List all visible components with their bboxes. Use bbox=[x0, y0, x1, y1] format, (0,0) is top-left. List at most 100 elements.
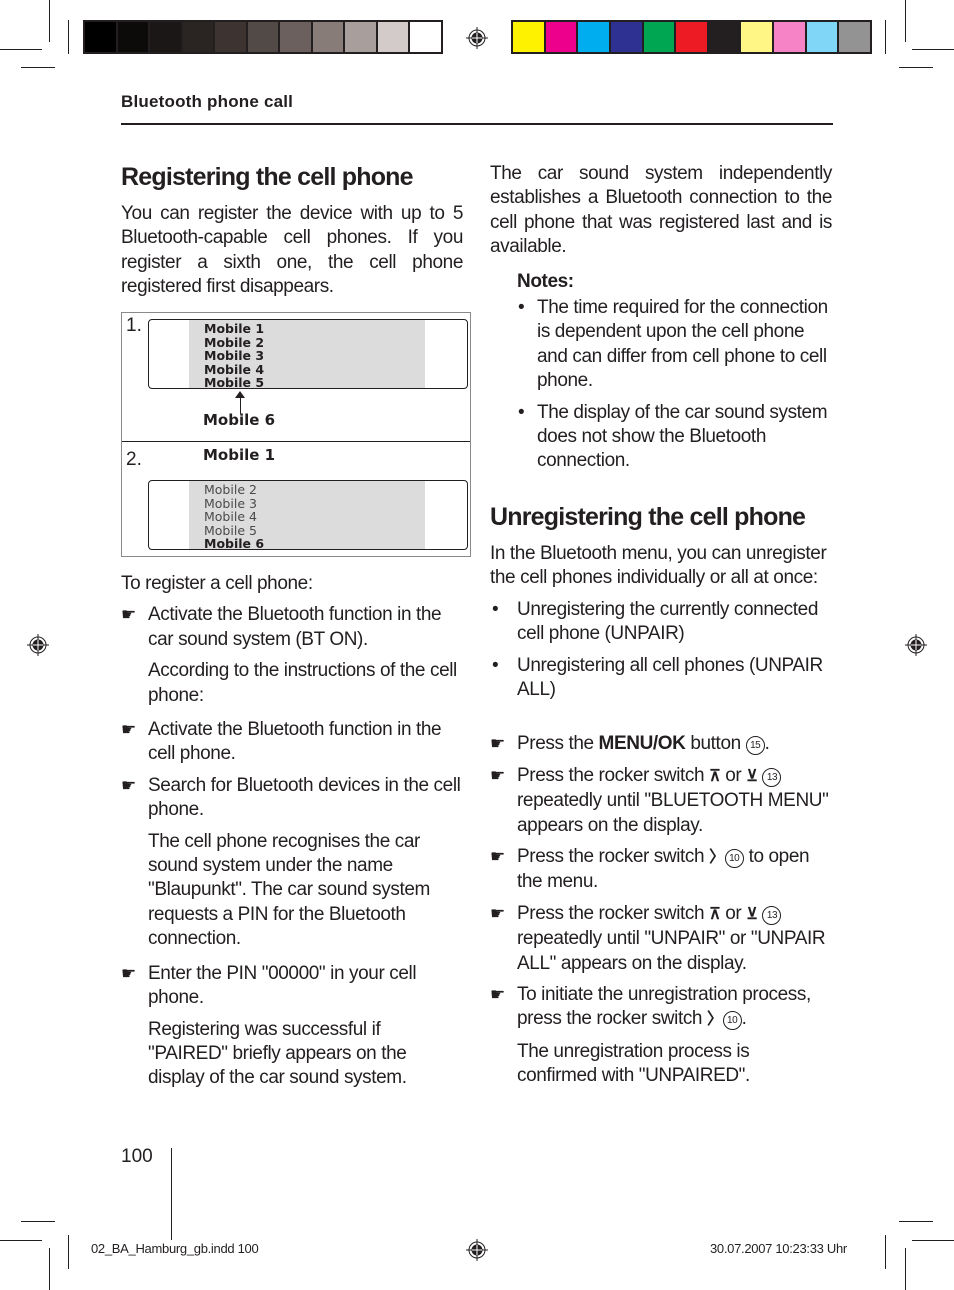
step-item: ☛ Press the rocker switch ⊼ or ⊻ 13 repe… bbox=[490, 902, 832, 976]
section-title-unregistering: Unregistering the cell phone bbox=[490, 502, 806, 531]
rocker-up-icon: ⊼ bbox=[709, 767, 721, 785]
bullet-item: • Unregistering all cell phones (UNPAIR … bbox=[490, 654, 832, 703]
notes-title: Notes: bbox=[517, 270, 574, 292]
crop-mark bbox=[899, 67, 933, 68]
removed-mobile-label: Mobile 1 bbox=[203, 446, 276, 464]
note-text: The display of the car sound system does… bbox=[537, 401, 828, 472]
color-swatch bbox=[676, 22, 707, 52]
step-item: ☛ Press the rocker switch 〉 10 to open th… bbox=[490, 845, 832, 895]
crop-mark bbox=[885, 20, 886, 54]
rocker-down-icon: ⊻ bbox=[746, 767, 758, 785]
steps-lead: To register a cell phone: bbox=[121, 573, 313, 594]
step-text: Search for Bluetooth devices in the cell… bbox=[148, 774, 461, 821]
bullet-item: • Unregistering the currently connected … bbox=[490, 598, 832, 647]
pointing-hand-icon: ☛ bbox=[490, 765, 505, 785]
incoming-mobile-label: Mobile 6 bbox=[203, 411, 276, 429]
note-item: • The display of the car sound system do… bbox=[490, 401, 832, 474]
pointing-hand-icon: ☛ bbox=[490, 846, 505, 866]
step-text: . bbox=[764, 733, 770, 755]
running-head: Bluetooth phone call bbox=[121, 92, 294, 111]
callout-number: 13 bbox=[762, 767, 782, 787]
crop-mark bbox=[49, 0, 50, 42]
mobile-list-before: Mobile 1 Mobile 2 Mobile 3 Mobile 4 Mobi… bbox=[204, 321, 265, 388]
bullet-icon: • bbox=[518, 297, 525, 319]
mobile-list-after: Mobile 2 Mobile 3 Mobile 4 Mobile 5 Mobi… bbox=[204, 482, 265, 550]
color-swatch bbox=[410, 22, 441, 52]
list-item: Mobile 4 bbox=[204, 509, 257, 524]
step-item: ☛ Enter the PIN "00000" in your cell pho… bbox=[121, 962, 463, 1011]
list-item: Mobile 2 bbox=[204, 482, 257, 497]
step-item: ☛ Activate the Bluetooth function in the… bbox=[121, 603, 463, 652]
rocker-right-icon: 〉 bbox=[706, 1011, 723, 1029]
crop-mark bbox=[912, 1240, 954, 1241]
header-rule bbox=[121, 123, 833, 125]
bullet-text: Unregistering all cell phones (UNPAIR AL… bbox=[517, 654, 823, 700]
pointing-hand-icon: ☛ bbox=[121, 605, 136, 625]
crop-mark bbox=[912, 49, 954, 50]
pointing-hand-icon: ☛ bbox=[121, 963, 136, 983]
list-item: Mobile 1 bbox=[204, 321, 265, 336]
crop-mark bbox=[905, 0, 906, 42]
pointing-hand-icon: ☛ bbox=[121, 720, 136, 740]
registration-diagram: 1. Mobile 1 Mobile 2 Mobile 3 Mobile 4 M… bbox=[121, 312, 471, 557]
crop-mark bbox=[49, 1248, 50, 1290]
process-color-bar bbox=[511, 20, 872, 54]
color-swatch bbox=[806, 22, 838, 52]
bullet-icon: • bbox=[492, 654, 499, 676]
column-rule bbox=[171, 1148, 172, 1240]
step-text: repeatedly until "BLUETOOTH MENU" appear… bbox=[517, 790, 829, 836]
crop-mark bbox=[899, 1221, 933, 1222]
bullet-icon: • bbox=[518, 401, 525, 423]
color-swatch bbox=[578, 22, 609, 52]
step-text: or bbox=[720, 902, 747, 924]
color-swatch bbox=[280, 22, 311, 52]
figure-step-number: 1. bbox=[126, 315, 142, 336]
list-item: Mobile 3 bbox=[204, 495, 257, 511]
figure-step-number: 2. bbox=[126, 449, 142, 470]
color-swatch bbox=[85, 22, 116, 52]
step-item: ☛ To initiate the unregistration process… bbox=[490, 983, 832, 1033]
registration-mark-icon bbox=[466, 1239, 488, 1261]
pointing-hand-icon: ☛ bbox=[490, 903, 505, 923]
color-swatch bbox=[741, 22, 772, 52]
step-item: ☛ Press the MENU/OK button 15. bbox=[490, 732, 832, 756]
rocker-right-icon: 〉 bbox=[709, 848, 725, 866]
note-text: The time required for the connection is … bbox=[537, 297, 828, 392]
slug-filename: 02_BA_Hamburg_gb.indd 100 bbox=[91, 1241, 259, 1256]
registration-steps: To register a cell phone: ☛ Activate the… bbox=[121, 572, 463, 1099]
display-before: Mobile 1 Mobile 2 Mobile 3 Mobile 4 Mobi… bbox=[148, 319, 468, 389]
step-note: Registering was successful if "PAIRED" b… bbox=[148, 1018, 407, 1089]
crop-mark bbox=[21, 67, 55, 68]
connection-paragraph: The car sound system independently estab… bbox=[490, 163, 832, 258]
pointing-hand-icon: ☛ bbox=[490, 734, 505, 754]
slug-timestamp: 30.07.2007 10:23:33 Uhr bbox=[710, 1241, 847, 1256]
rocker-up-icon: ⊼ bbox=[709, 905, 721, 923]
crop-mark bbox=[0, 49, 42, 50]
callout-number: 10 bbox=[724, 848, 744, 868]
crop-mark bbox=[68, 20, 69, 54]
list-item: Mobile 5 bbox=[204, 522, 257, 538]
step-text: Activate the Bluetooth function in the c… bbox=[148, 719, 442, 765]
list-item: Mobile 6 bbox=[204, 536, 265, 550]
step-text: Press the rocker switch bbox=[517, 845, 710, 867]
step-text: . bbox=[741, 1008, 747, 1030]
registration-mark-icon bbox=[27, 634, 49, 656]
step-text: To initiate the unregistration process, … bbox=[517, 983, 811, 1030]
rocker-down-icon: ⊻ bbox=[746, 905, 758, 923]
unregister-intro: In the Bluetooth menu, you can unregiste… bbox=[490, 542, 827, 589]
crop-mark bbox=[21, 1221, 55, 1222]
display-after: Mobile 2 Mobile 3 Mobile 4 Mobile 5 Mobi… bbox=[148, 480, 468, 550]
step-text: button bbox=[685, 733, 746, 755]
step-text: Press the rocker switch bbox=[517, 902, 710, 924]
step-note: According to the instructions of the cel… bbox=[148, 660, 457, 706]
bullet-icon: • bbox=[492, 598, 499, 620]
step-text: Press the rocker switch bbox=[517, 764, 710, 786]
step-item: ☛ Search for Bluetooth devices in the ce… bbox=[121, 774, 463, 823]
step-item: ☛ Activate the Bluetooth function in the… bbox=[121, 718, 463, 767]
step-text: repeatedly until "UNPAIR" or "UNPAIR ALL… bbox=[517, 928, 826, 974]
color-swatch bbox=[610, 22, 642, 52]
intro-paragraph: You can register the device with up to 5… bbox=[121, 203, 463, 298]
color-swatch bbox=[117, 22, 149, 52]
step-text: Enter the PIN "00000" in your cell phone… bbox=[148, 962, 417, 1009]
step-note: The unregistration process is confirmed … bbox=[517, 1040, 750, 1087]
